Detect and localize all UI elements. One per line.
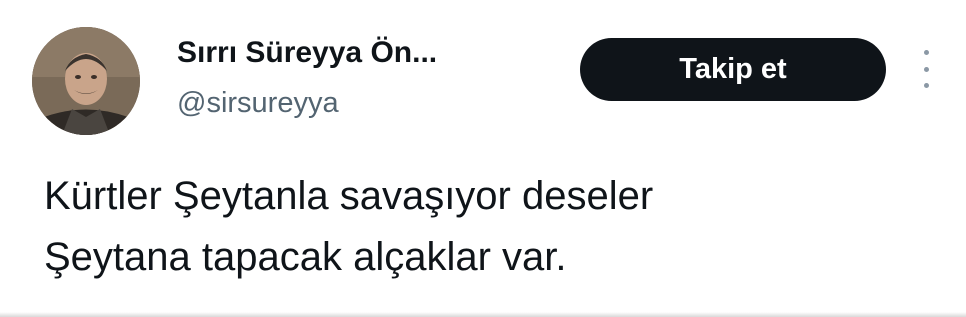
tweet-text-line: Kürtler Şeytanla savaşıyor deseler	[44, 174, 654, 218]
more-vertical-icon[interactable]	[914, 46, 938, 92]
tweet-card: Sırrı Süreyya Ön... @sirsureyya Takip et…	[0, 0, 966, 317]
tweet-text-line: Şeytana tapacak alçaklar var.	[44, 235, 567, 279]
author-display-name[interactable]: Sırrı Süreyya Ön...	[177, 36, 437, 70]
avatar[interactable]	[32, 27, 140, 135]
avatar-photo	[32, 27, 140, 135]
more-dot	[923, 83, 929, 88]
more-dot	[923, 50, 929, 55]
divider	[0, 312, 966, 317]
author-handle[interactable]: @sirsureyya	[177, 87, 339, 120]
follow-button[interactable]: Takip et	[580, 38, 886, 101]
more-dot	[923, 66, 929, 72]
tweet-text: Kürtler Şeytanla savaşıyor deseler Şeyta…	[44, 166, 924, 288]
